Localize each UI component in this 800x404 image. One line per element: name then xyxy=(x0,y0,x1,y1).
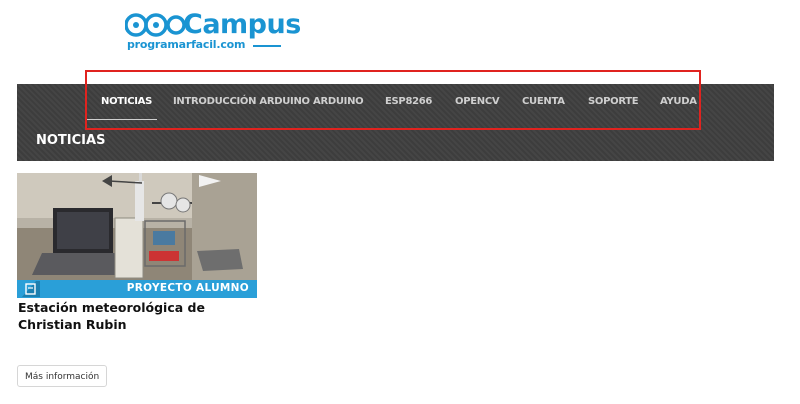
post-title[interactable]: Estación meteorológica de Christian Rubi… xyxy=(18,299,258,333)
more-info-button[interactable]: Más información xyxy=(17,365,108,387)
logo-wordmark: Campus xyxy=(183,9,301,40)
site-logo[interactable]: Campus programarfacil.com xyxy=(125,9,301,54)
highlight-box xyxy=(85,70,701,130)
logo-rings-icon xyxy=(125,13,185,37)
logo-underline xyxy=(253,45,281,47)
logo-url-text: programarfacil.com xyxy=(127,38,246,51)
badge-logo-icon xyxy=(22,281,40,297)
badge-label: PROYECTO ALUMNO xyxy=(126,282,249,294)
post-category-badge: PROYECTO ALUMNO xyxy=(17,280,257,298)
section-title: NOTICIAS xyxy=(36,133,106,148)
